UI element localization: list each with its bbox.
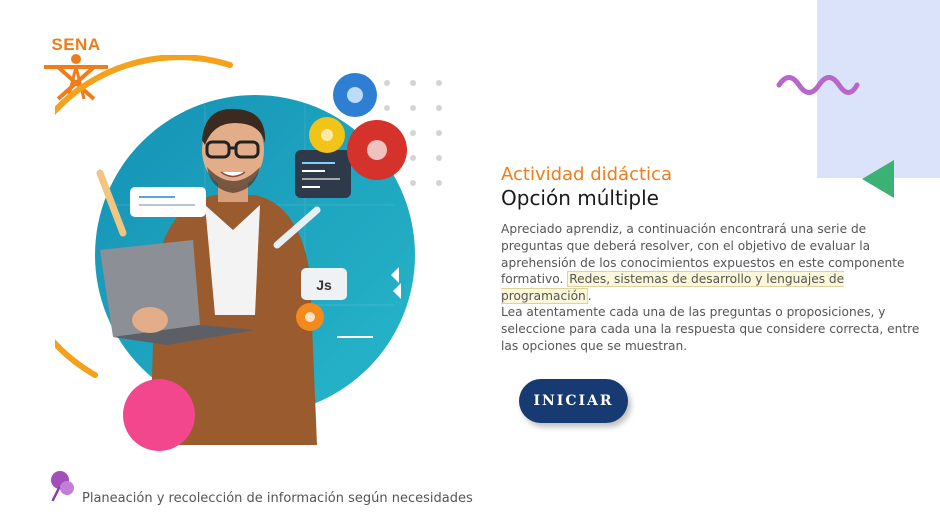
- start-button[interactable]: INICIAR: [519, 379, 628, 423]
- logo-text: SENA: [51, 35, 101, 54]
- instructions-period: .: [587, 289, 592, 304]
- activity-kicker: Actividad didáctica: [501, 164, 672, 185]
- footer-text: Planeación y recolección de información …: [82, 491, 473, 506]
- pushpin-icon: [51, 471, 74, 502]
- hero-illustration: Js: [55, 55, 423, 451]
- instructions-paragraph-2: Lea atentamente cada una de las pregunta…: [501, 305, 920, 353]
- instructions-paragraph-1: Apreciado aprendiz, a continuación encon…: [501, 221, 921, 305]
- code-window-icon: [295, 150, 351, 198]
- js-badge: Js: [316, 277, 332, 293]
- activity-title: Opción múltiple: [501, 186, 659, 210]
- wave-decoration: [776, 75, 860, 95]
- triangle-decoration: [862, 160, 894, 198]
